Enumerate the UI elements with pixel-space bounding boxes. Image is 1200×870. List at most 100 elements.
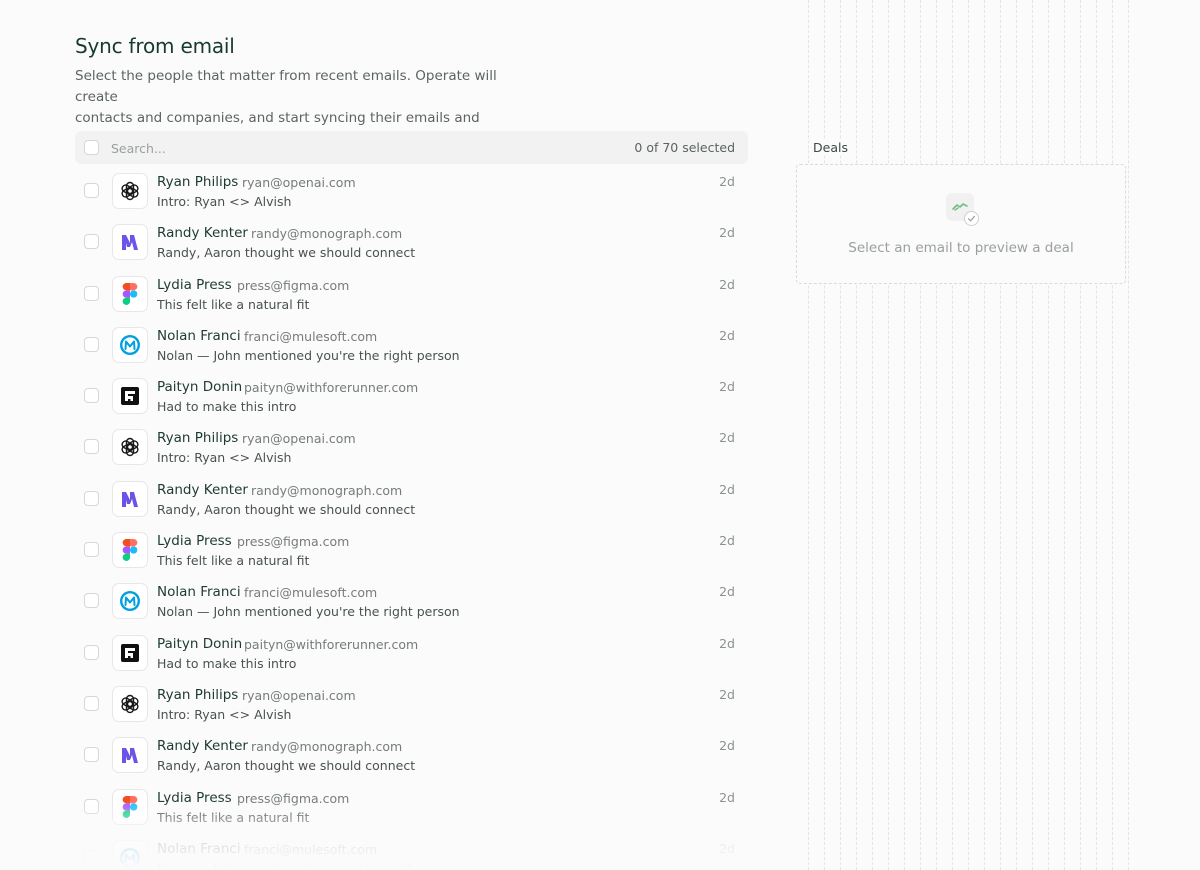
email-row[interactable]: Lydia Press press@figma.com This felt like…: [75, 525, 748, 576]
contact-email: franci@mulesoft.com: [244, 585, 378, 601]
dotted-line: [968, 0, 969, 870]
email-timestamp: 2d: [719, 276, 735, 292]
deals-label: Deals: [813, 140, 852, 155]
monograph-logo-icon: [112, 224, 148, 261]
contact-name: Randy Kenter: [157, 481, 248, 498]
contact-name: Ryan Philips: [157, 686, 239, 703]
sync-from-email-page: Sync from email Select the people that m…: [0, 0, 1200, 870]
contact-name: Lydia Press: [157, 276, 232, 293]
email-subject: Intro: Ryan <> Alvish: [157, 706, 292, 722]
row-checkbox[interactable]: [84, 336, 99, 352]
row-checkbox[interactable]: [84, 747, 99, 763]
email-subject: Nolan — John mentioned you're the right …: [157, 860, 460, 870]
handshake-icon: [946, 193, 979, 226]
dotted-line: [1000, 0, 1001, 870]
contact-name: Nolan Franci: [157, 840, 241, 857]
figma-logo-icon: [112, 532, 148, 569]
dotted-line: [920, 0, 921, 870]
email-row[interactable]: Randy Kenter randy@monograph.com Randy, Aa…: [75, 730, 748, 781]
search-input[interactable]: [111, 138, 411, 158]
email-timestamp: 2d: [719, 481, 735, 497]
contact-email: paityn@withforerunner.com: [244, 636, 419, 652]
contact-email: ryan@openai.com: [242, 687, 356, 703]
email-row[interactable]: Lydia Press press@figma.com This felt like…: [75, 269, 748, 320]
email-subject: Had to make this intro: [157, 399, 297, 415]
row-checkbox[interactable]: [84, 183, 99, 198]
email-subject: Randy, Aaron thought we should connect: [157, 501, 416, 517]
contact-email: ryan@openai.com: [242, 431, 356, 447]
select-all-checkbox[interactable]: [84, 140, 99, 155]
email-timestamp: 2d: [719, 174, 735, 189]
row-checkbox[interactable]: [84, 798, 99, 814]
email-row[interactable]: Randy Kenter randy@monograph.com Randy, Aa…: [75, 217, 748, 268]
dotted-line: [936, 0, 937, 870]
email-list: Ryan Philips ryan@openai.com Intro: Ryan <…: [75, 166, 748, 870]
monograph-logo-icon: [112, 737, 148, 774]
subtitle-line-1: Select the people that matter from recen…: [75, 68, 497, 105]
dotted-line: [1080, 0, 1081, 870]
contact-name: Lydia Press: [157, 533, 232, 550]
email-timestamp: 2d: [719, 686, 735, 702]
email-subject: Randy, Aaron thought we should connect: [157, 245, 416, 261]
check-badge-icon: [964, 211, 979, 226]
email-timestamp: 2d: [719, 635, 735, 651]
email-subject: This felt like a natural fit: [157, 553, 310, 569]
deal-preview-panel: Select an email to preview a deal: [796, 164, 1126, 284]
row-checkbox[interactable]: [84, 285, 99, 301]
email-subject: Nolan — John mentioned you're the right …: [157, 347, 460, 363]
dotted-line: [1128, 0, 1129, 870]
row-checkbox[interactable]: [84, 439, 99, 455]
dotted-line: [984, 0, 985, 870]
dotted-line: [1096, 0, 1097, 870]
contact-email: franci@mulesoft.com: [244, 328, 378, 344]
openai-logo-icon: [112, 429, 148, 466]
row-checkbox[interactable]: [84, 234, 99, 250]
dotted-line: [856, 0, 857, 870]
contact-name: Lydia Press: [157, 789, 232, 806]
row-checkbox[interactable]: [84, 490, 99, 506]
row-checkbox[interactable]: [84, 849, 99, 865]
email-row[interactable]: Lydia Press press@figma.com This felt like…: [75, 782, 748, 833]
email-timestamp: 2d: [719, 584, 735, 600]
email-subject: Randy, Aaron thought we should connect: [157, 758, 416, 774]
contact-name: Ryan Philips: [157, 174, 239, 190]
email-row[interactable]: Nolan Franci franci@mulesoft.com Nolan — J…: [75, 833, 748, 870]
contact-name: Paityn Donin: [157, 635, 243, 652]
email-row[interactable]: Ryan Philips ryan@openai.com Intro: Ryan <…: [75, 679, 748, 730]
dotted-line: [808, 0, 809, 870]
email-timestamp: 2d: [719, 738, 735, 754]
contact-name: Randy Kenter: [157, 738, 248, 755]
email-row[interactable]: Ryan Philips ryan@openai.com Intro: Ryan <…: [75, 166, 748, 217]
dotted-line: [1032, 0, 1033, 870]
dotted-line: [840, 0, 841, 870]
contact-name: Paityn Donin: [157, 379, 243, 396]
email-row[interactable]: Paityn Donin paityn@withforerunner.com Had…: [75, 628, 748, 679]
contact-email: ryan@openai.com: [242, 175, 356, 190]
row-checkbox[interactable]: [84, 695, 99, 711]
email-row[interactable]: Nolan Franci franci@mulesoft.com Nolan — J…: [75, 576, 748, 627]
dotted-line: [1016, 0, 1017, 870]
row-checkbox[interactable]: [84, 593, 99, 609]
forerunner-logo-icon: [112, 378, 148, 415]
email-row[interactable]: Randy Kenter randy@monograph.com Randy, Aa…: [75, 474, 748, 525]
email-subject: Had to make this intro: [157, 655, 297, 671]
dotted-line: [952, 0, 953, 870]
email-subject: Intro: Ryan <> Alvish: [157, 194, 292, 209]
row-checkbox[interactable]: [84, 542, 99, 558]
dotted-line: [872, 0, 873, 870]
decorative-dotted-background: [808, 0, 1138, 870]
contact-email: paityn@withforerunner.com: [244, 380, 419, 396]
email-row[interactable]: Nolan Franci franci@mulesoft.com Nolan — J…: [75, 320, 748, 371]
email-row[interactable]: Ryan Philips ryan@openai.com Intro: Ryan <…: [75, 422, 748, 473]
row-checkbox[interactable]: [84, 644, 99, 660]
mulesoft-logo-icon: [112, 583, 148, 620]
row-checkbox[interactable]: [84, 388, 99, 404]
contact-email: franci@mulesoft.com: [244, 841, 378, 857]
contact-email: randy@monograph.com: [251, 739, 403, 755]
email-subject: This felt like a natural fit: [157, 809, 310, 825]
openai-logo-icon: [112, 685, 148, 722]
dotted-line: [888, 0, 889, 870]
email-row[interactable]: Paityn Donin paityn@withforerunner.com Had…: [75, 371, 748, 422]
dotted-line: [1048, 0, 1049, 870]
dotted-line: [1112, 0, 1113, 870]
